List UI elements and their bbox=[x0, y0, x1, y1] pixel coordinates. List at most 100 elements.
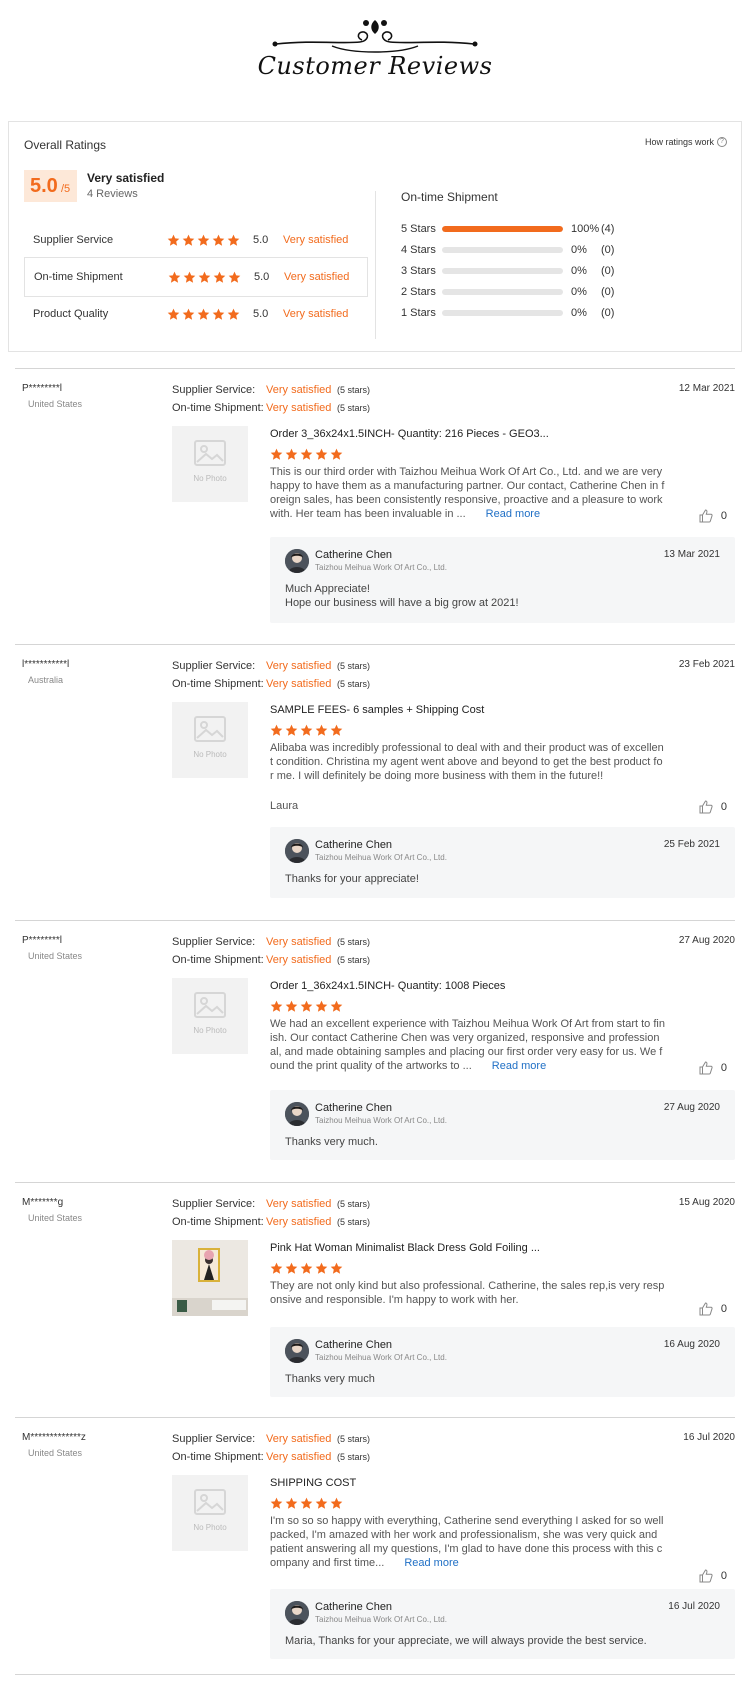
review-rating-stars bbox=[270, 1262, 343, 1275]
shipment-bar-row: 3 Stars 0% (0) bbox=[401, 264, 701, 278]
product-title-link[interactable]: Pink Hat Woman Minimalist Black Dress Go… bbox=[270, 1242, 540, 1254]
how-ratings-work-link[interactable]: How ratings work ? bbox=[645, 137, 727, 147]
ontime-shipment-stars: (5 stars) bbox=[337, 1452, 371, 1462]
rating-dimension-row[interactable]: Product Quality 5.0 Very satisfied bbox=[24, 294, 368, 334]
reply-date: 16 Aug 2020 bbox=[663, 1339, 720, 1350]
star-icon bbox=[330, 1262, 343, 1274]
rating-dimension-row[interactable]: On-time Shipment 5.0 Very satisfied bbox=[24, 257, 368, 297]
product-thumbnail[interactable] bbox=[172, 1240, 248, 1316]
avatar bbox=[285, 549, 309, 573]
product-title-link[interactable]: SHIPPING COST bbox=[270, 1477, 356, 1489]
reviewer-country: Australia bbox=[28, 675, 64, 685]
product-thumbnail[interactable]: No Photo bbox=[172, 1475, 248, 1551]
read-more-link[interactable]: Read more bbox=[486, 508, 540, 520]
bar-track bbox=[442, 268, 563, 274]
reviewer-country: United States bbox=[28, 951, 83, 961]
overall-ratings-panel: Overall Ratings How ratings work ? 5.0 /… bbox=[8, 121, 742, 352]
star-icon bbox=[182, 234, 195, 246]
product-title-link[interactable]: Order 1_36x24x1.5INCH- Quantity: 1008 Pi… bbox=[270, 980, 505, 992]
overall-summary: Very satisfied bbox=[87, 171, 165, 185]
ontime-shipment-label: On-time Shipment: bbox=[172, 954, 264, 966]
read-more-link[interactable]: Read more bbox=[492, 1060, 546, 1072]
star-icon bbox=[285, 724, 298, 736]
star-icon bbox=[300, 1262, 313, 1274]
review-body: I'm so so so happy with everything, Cath… bbox=[270, 1515, 664, 1569]
supplier-service-satisfaction: Very satisfied bbox=[266, 936, 332, 948]
supplier-reply: Catherine Chen Taizhou Meihua Work Of Ar… bbox=[270, 827, 735, 898]
reviewer-name: P********l bbox=[22, 383, 63, 394]
star-icon bbox=[212, 234, 225, 246]
thumbs-up-icon bbox=[699, 509, 713, 523]
avatar bbox=[285, 1601, 309, 1625]
reply-date: 13 Mar 2021 bbox=[663, 549, 720, 560]
no-photo-label: No Photo bbox=[193, 750, 227, 759]
supplier-reply: Catherine Chen Taizhou Meihua Work Of Ar… bbox=[270, 1327, 735, 1397]
ontime-shipment-satisfaction: Very satisfied bbox=[266, 1216, 332, 1228]
review-rating-stars bbox=[270, 1000, 343, 1013]
dimension-stars bbox=[167, 308, 240, 321]
avatar bbox=[285, 1339, 309, 1363]
bar-percent: 100% bbox=[571, 223, 600, 235]
page-title: Customer Reviews bbox=[257, 52, 493, 80]
star-icon bbox=[315, 1262, 328, 1274]
star-icon bbox=[330, 1497, 343, 1509]
bar-label: 4 Stars bbox=[401, 244, 436, 256]
dimension-label: Product Quality bbox=[33, 308, 109, 320]
reviewer-name: M*************z bbox=[22, 1432, 86, 1443]
star-icon bbox=[182, 308, 195, 320]
reply-company: Taizhou Meihua Work Of Art Co., Ltd. bbox=[315, 563, 447, 572]
ontime-shipment-stars: (5 stars) bbox=[337, 403, 371, 413]
bar-track bbox=[442, 247, 563, 253]
no-photo-icon bbox=[194, 440, 226, 466]
supplier-service-label: Supplier Service: bbox=[172, 1433, 256, 1445]
like-button[interactable]: 0 bbox=[699, 1302, 727, 1316]
star-icon bbox=[228, 271, 241, 283]
supplier-reply: Catherine Chen Taizhou Meihua Work Of Ar… bbox=[270, 1090, 735, 1160]
star-icon bbox=[213, 271, 226, 283]
star-icon bbox=[285, 1262, 298, 1274]
star-icon bbox=[285, 448, 298, 460]
no-photo-label: No Photo bbox=[193, 1523, 227, 1532]
star-icon bbox=[300, 1000, 313, 1012]
review-date: 27 Aug 2020 bbox=[678, 935, 735, 946]
bar-percent: 0% bbox=[571, 244, 587, 256]
like-count: 0 bbox=[720, 801, 727, 813]
dimension-value: 5.0 bbox=[254, 271, 270, 283]
avatar bbox=[285, 1102, 309, 1126]
supplier-service-satisfaction: Very satisfied bbox=[266, 384, 332, 396]
star-icon bbox=[315, 448, 328, 460]
product-thumbnail[interactable]: No Photo bbox=[172, 978, 248, 1054]
star-icon bbox=[300, 1497, 313, 1509]
dimension-label: Supplier Service bbox=[33, 234, 114, 246]
like-button[interactable]: 0 bbox=[699, 800, 727, 814]
no-photo-icon bbox=[194, 1489, 226, 1515]
ontime-shipment-label: On-time Shipment: bbox=[172, 678, 264, 690]
bar-label: 1 Stars bbox=[401, 307, 436, 319]
bar-count: (0) bbox=[601, 307, 615, 319]
no-photo-label: No Photo bbox=[193, 1026, 227, 1035]
ontime-shipment-satisfaction: Very satisfied bbox=[266, 402, 332, 414]
product-title-link[interactable]: Order 3_36x24x1.5INCH- Quantity: 216 Pie… bbox=[270, 428, 549, 440]
reply-author: Catherine Chen bbox=[315, 1339, 393, 1351]
bar-count: (4) bbox=[601, 223, 615, 235]
review-body: Alibaba was incredibly professional to d… bbox=[270, 742, 664, 782]
product-title-link[interactable]: SAMPLE FEES- 6 samples + Shipping Cost bbox=[270, 704, 484, 716]
product-thumbnail[interactable]: No Photo bbox=[172, 702, 248, 778]
like-button[interactable]: 0 bbox=[699, 1061, 727, 1075]
star-icon bbox=[212, 308, 225, 320]
ontime-shipment-satisfaction: Very satisfied bbox=[266, 954, 332, 966]
read-more-link[interactable]: Read more bbox=[404, 1557, 458, 1569]
shipment-bar-row: 4 Stars 0% (0) bbox=[401, 243, 701, 257]
divider bbox=[15, 1674, 735, 1675]
ontime-shipment-label: On-time Shipment: bbox=[172, 1216, 264, 1228]
like-button[interactable]: 0 bbox=[699, 509, 727, 523]
rating-dimension-row[interactable]: Supplier Service 5.0 Very satisfied bbox=[24, 220, 368, 260]
star-icon bbox=[168, 271, 181, 283]
product-thumbnail[interactable]: No Photo bbox=[172, 426, 248, 502]
star-icon bbox=[285, 1000, 298, 1012]
dimension-label: On-time Shipment bbox=[34, 271, 123, 283]
reviewer-name: M*******g bbox=[22, 1197, 64, 1208]
thumbs-up-icon bbox=[699, 1061, 713, 1075]
reply-author: Catherine Chen bbox=[315, 549, 393, 561]
like-button[interactable]: 0 bbox=[699, 1569, 727, 1583]
